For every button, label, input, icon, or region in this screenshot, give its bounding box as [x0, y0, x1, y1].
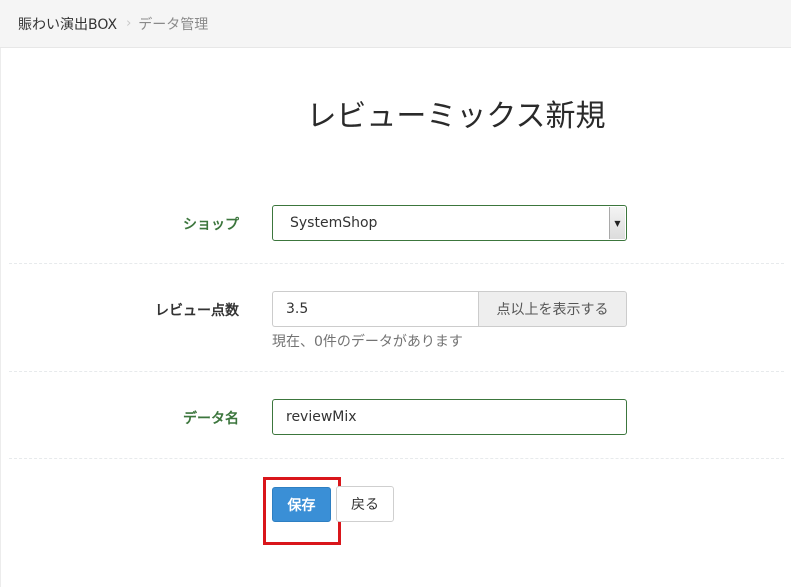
- data-name-label: データ名: [183, 411, 239, 427]
- review-score-value: 3.5: [286, 301, 309, 317]
- page-title: レビューミックス新規: [306, 99, 606, 134]
- save-button[interactable]: 保存: [272, 487, 331, 522]
- shop-select[interactable]: SystemShop ▼: [272, 205, 627, 241]
- breadcrumb: 賑わい演出BOX › データ管理: [0, 0, 791, 48]
- review-score-help: 現在、0件のデータがあります: [272, 334, 463, 350]
- breadcrumb-current: データ管理: [138, 16, 209, 33]
- breadcrumb-separator: ›: [126, 16, 132, 31]
- data-name-input[interactable]: reviewMix: [272, 399, 627, 435]
- review-score-input-group: 3.5 点以上を表示する: [272, 291, 627, 327]
- data-name-value: reviewMix: [286, 409, 357, 425]
- main-content: レビューミックス新規 ショップ SystemShop ▼ レビュー点数 3.5 …: [0, 48, 791, 587]
- review-score-label: レビュー点数: [155, 303, 239, 319]
- breadcrumb-home-link[interactable]: 賑わい演出BOX: [18, 14, 117, 34]
- review-score-addon: 点以上を表示する: [478, 291, 627, 327]
- row-divider: [9, 458, 784, 459]
- shop-select-value: SystemShop: [290, 215, 378, 231]
- chevron-down-icon[interactable]: ▼: [609, 207, 625, 239]
- review-score-input[interactable]: 3.5: [272, 291, 478, 327]
- row-divider: [9, 263, 784, 264]
- shop-label: ショップ: [183, 217, 239, 233]
- back-button[interactable]: 戻る: [336, 486, 394, 522]
- row-divider: [9, 371, 784, 372]
